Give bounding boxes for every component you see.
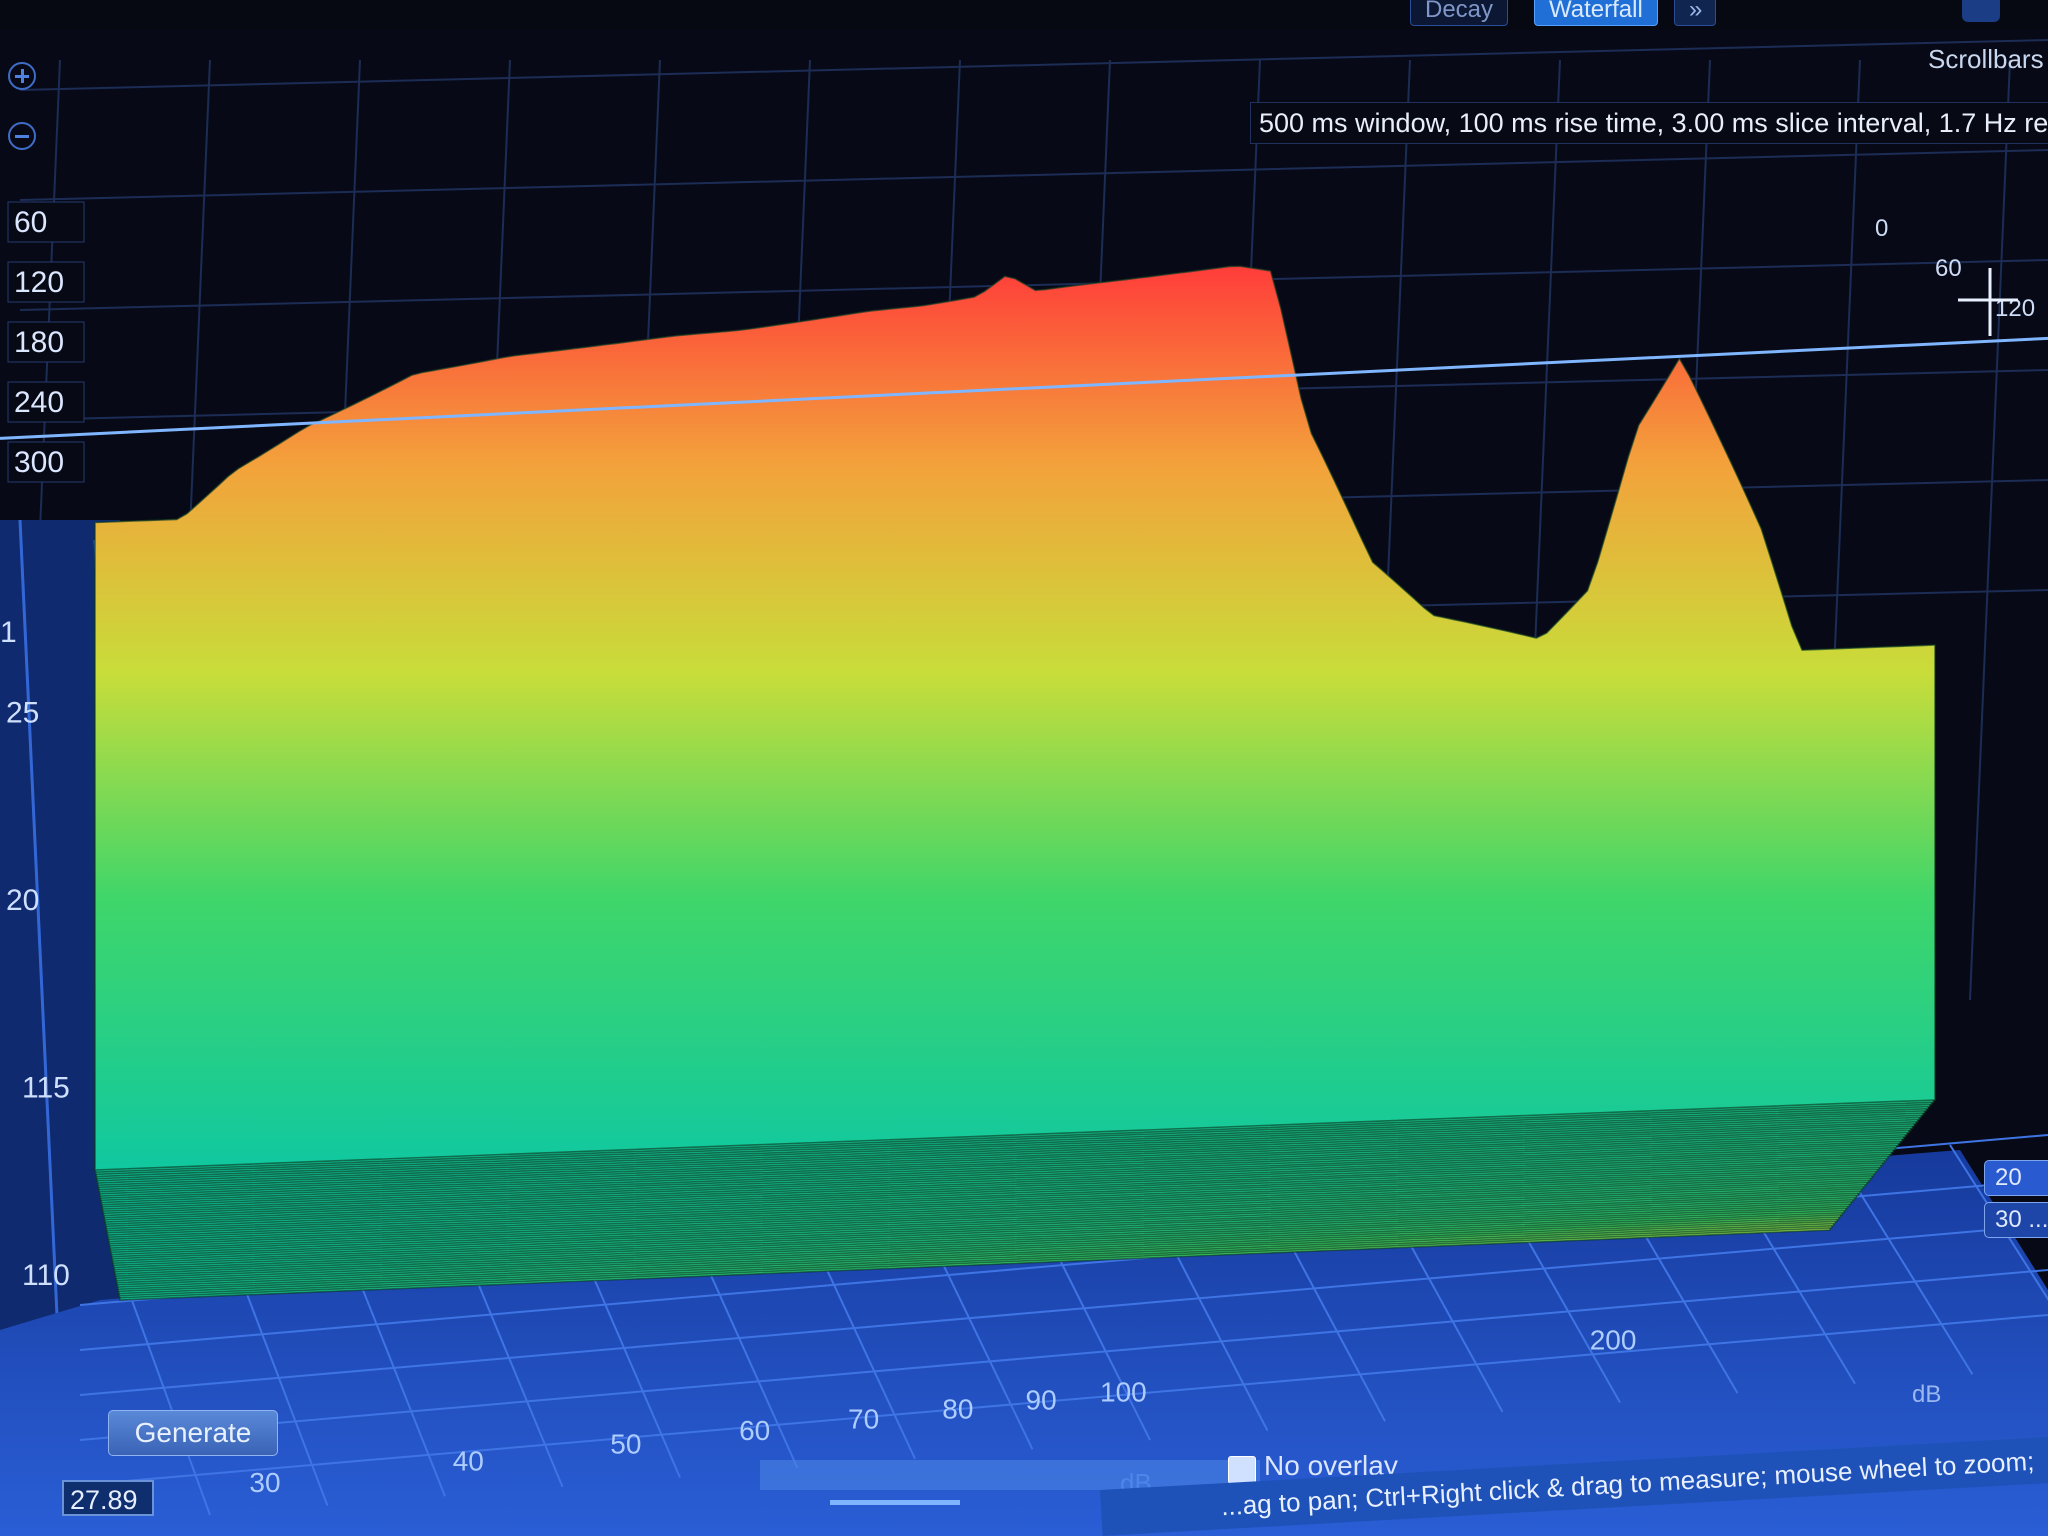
z-tick-label: 60 [1935, 255, 1962, 282]
z-tick-label: 300 [14, 446, 64, 479]
x-tick-label: 30 [249, 1467, 280, 1498]
tab-decay[interactable]: Decay [1410, 0, 1509, 26]
z-tick-label: 240 [14, 386, 64, 419]
y-tick-label: 20 [6, 884, 39, 917]
x-tick-label: 70 [848, 1404, 879, 1435]
scrollbars-label[interactable]: Scrollbars [1928, 44, 2044, 75]
z-tick-label: 60 [14, 206, 47, 239]
y-axis-label-right: dB [1912, 1381, 1941, 1408]
range-box-upper[interactable]: 20 [1984, 1160, 2048, 1196]
x-tick-label: 200 [1590, 1325, 1637, 1356]
surface-slice [94, 265, 1936, 1171]
z-tick-label: 0 [1875, 215, 1888, 242]
lower-limit-field[interactable]: 27.89 [62, 1480, 154, 1516]
y-tick-label: 25 [6, 697, 39, 730]
zoom-out-icon[interactable] [8, 122, 36, 150]
x-tick-label: 90 [1026, 1385, 1057, 1416]
x-tick-label: 60 [739, 1415, 770, 1446]
slider-thumb[interactable] [830, 1500, 960, 1505]
x-tick-label: 100 [1100, 1377, 1147, 1408]
x-tick-label: 80 [942, 1394, 973, 1425]
y-tick-label: 110 [22, 1259, 70, 1292]
generate-button[interactable]: Generate [108, 1410, 278, 1456]
tab-waterfall[interactable]: Waterfall [1534, 0, 1658, 26]
zoom-in-icon[interactable] [8, 62, 36, 90]
analysis-info: 500 ms window, 100 ms rise time, 3.00 ms… [1250, 102, 2048, 144]
z-tick-label: 120 [14, 266, 64, 299]
tab-more-button[interactable]: » [1674, 0, 1716, 26]
z-tick-label: 180 [14, 326, 64, 359]
x-tick-label: 40 [453, 1446, 484, 1477]
top-toolbar [0, 0, 2048, 30]
overlay-checkbox[interactable] [1228, 1456, 1256, 1484]
range-box-lower[interactable]: 30 ... [1984, 1202, 2048, 1238]
scrollbars-toggle[interactable] [1962, 0, 2000, 22]
x-tick-label: 50 [610, 1429, 641, 1460]
waterfall-plot[interactable]: 304050 60 70 80 90 100200 11011520251 6012018… [0, 0, 2048, 1536]
y-tick-label: 1 [0, 616, 17, 649]
y-tick-label: 115 [22, 1072, 70, 1105]
